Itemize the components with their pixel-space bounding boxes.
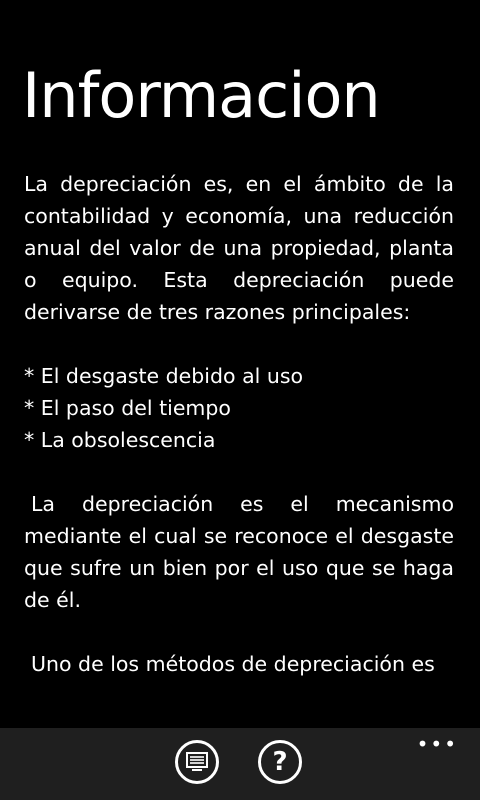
paragraph-definition: La depreciación es, en el ámbito de la c… [24, 172, 454, 324]
list-button[interactable] [175, 740, 219, 784]
page-title: Informacion [22, 59, 381, 132]
help-icon: ? [272, 747, 288, 777]
paragraph-methods: Uno de los métodos de depreciación es [31, 652, 435, 676]
list-item: * El desgaste debido al uso [24, 364, 304, 388]
help-button[interactable]: ? [258, 740, 302, 784]
list-icon [186, 752, 208, 771]
paragraph-mechanism: La depreciación es el mecanismo mediante… [24, 492, 454, 612]
list-item: * La obsolescencia [24, 428, 216, 452]
content-area: La depreciación es, en el ámbito de la c… [24, 168, 454, 728]
list-item: * El paso del tiempo [24, 396, 231, 420]
more-options-button[interactable]: ••• [417, 734, 458, 754]
application-bar: ? ••• [0, 728, 480, 800]
reasons-list: * El desgaste debido al uso * El paso de… [24, 360, 454, 456]
